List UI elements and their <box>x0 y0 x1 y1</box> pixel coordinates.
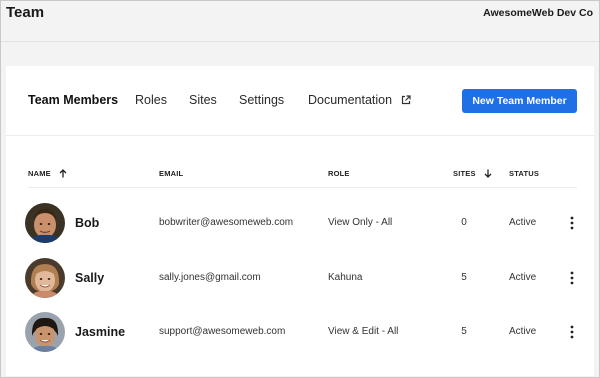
header-divider <box>28 187 577 188</box>
member-status: Active <box>509 217 537 228</box>
member-status: Active <box>509 272 537 283</box>
avatar <box>25 312 65 352</box>
column-header-role[interactable]: ROLE <box>328 169 350 178</box>
column-header-status[interactable]: STATUS <box>509 169 539 178</box>
member-sites: 5 <box>461 326 467 337</box>
member-sites: 5 <box>461 272 467 283</box>
avatar <box>25 258 65 298</box>
column-header-name[interactable]: NAME <box>28 169 67 180</box>
column-header-email[interactable]: EMAIL <box>159 169 183 178</box>
kebab-menu-icon[interactable] <box>568 324 576 340</box>
tab-settings[interactable]: Settings <box>239 93 284 107</box>
member-sites: 0 <box>461 217 467 228</box>
tab-bar: Team Members Roles Sites Settings Docume… <box>6 66 594 136</box>
kebab-menu-icon[interactable] <box>568 270 576 286</box>
tab-label: Settings <box>239 93 285 107</box>
arrow-down-icon <box>484 169 492 180</box>
member-email: support@awesomeweb.com <box>159 326 286 337</box>
organization-name[interactable]: AwesomeWeb Dev Co <box>483 7 593 19</box>
table-row[interactable]: Jasmine support@awesomeweb.com View & Ed… <box>6 305 594 359</box>
column-header-sites[interactable]: SITES <box>453 169 492 180</box>
tab-label: Documentation <box>308 93 393 107</box>
member-name[interactable]: Bob <box>75 216 99 230</box>
column-label: SITES <box>453 169 476 178</box>
arrow-up-icon <box>59 169 67 180</box>
tab-sites[interactable]: Sites <box>189 93 217 107</box>
member-email: bobwriter@awesomeweb.com <box>159 217 294 228</box>
tab-label: Team Members <box>28 93 119 107</box>
page-title: Team <box>6 4 45 21</box>
table-row[interactable]: Bob bobwriter@awesomeweb.com View Only -… <box>6 196 594 250</box>
member-name[interactable]: Jasmine <box>75 325 125 339</box>
member-role: Kahuna <box>328 272 363 283</box>
tab-label: Sites <box>189 93 217 107</box>
member-role: View & Edit - All <box>328 326 399 337</box>
external-link-icon <box>401 94 411 108</box>
member-name[interactable]: Sally <box>75 271 104 285</box>
tab-documentation[interactable]: Documentation <box>308 93 411 108</box>
table-row[interactable]: Sally sally.jones@gmail.com Kahuna 5 Act… <box>6 251 594 305</box>
member-role: View Only - All <box>328 217 393 228</box>
new-team-member-button[interactable]: New Team Member <box>462 89 577 113</box>
tab-roles[interactable]: Roles <box>135 93 167 107</box>
team-card: Team Members Roles Sites Settings Docume… <box>6 66 594 376</box>
avatar <box>25 203 65 243</box>
header-divider <box>1 41 599 42</box>
top-bar: Team AwesomeWeb Dev Co <box>1 1 599 27</box>
kebab-menu-icon[interactable] <box>568 215 576 231</box>
column-label: NAME <box>28 169 51 178</box>
tab-label: Roles <box>135 93 167 107</box>
member-status: Active <box>509 326 537 337</box>
tab-team-members[interactable]: Team Members <box>28 93 118 107</box>
member-email: sally.jones@gmail.com <box>159 272 261 283</box>
